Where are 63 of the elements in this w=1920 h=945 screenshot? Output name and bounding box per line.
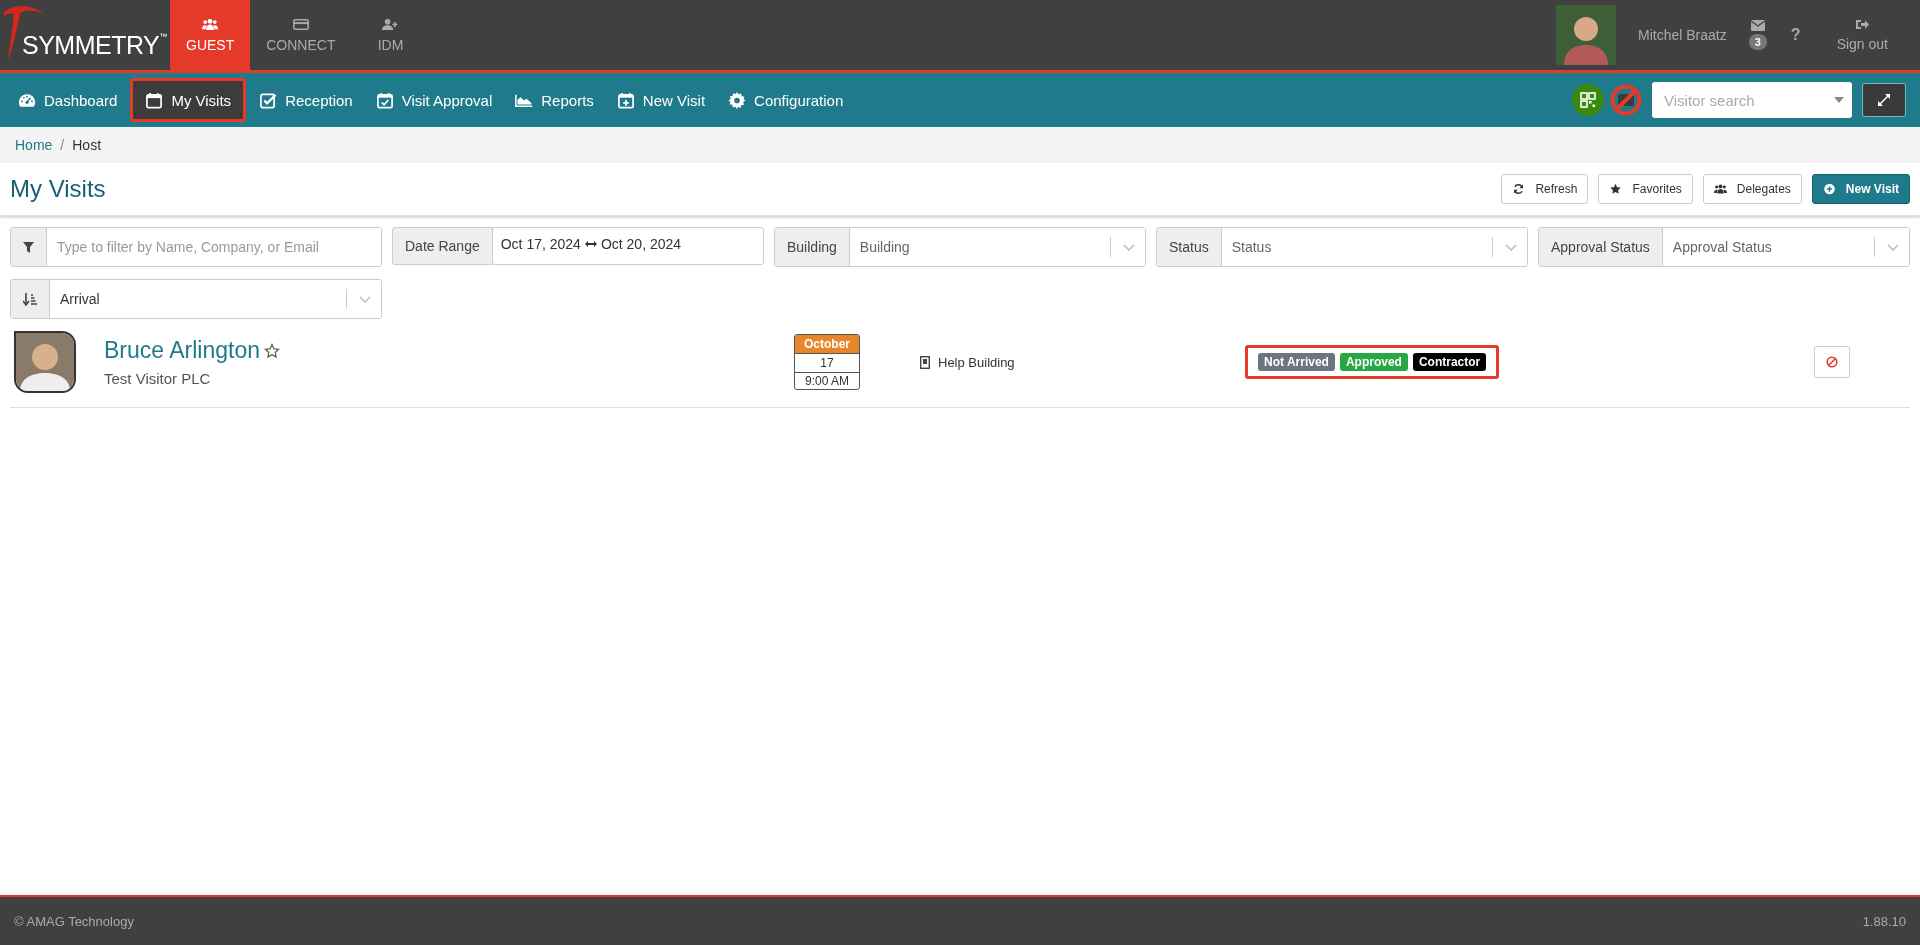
nav-tab[interactable]: Reports (505, 78, 604, 122)
star-icon (1609, 183, 1623, 195)
nav-tab[interactable]: Configuration (718, 78, 854, 122)
help-link[interactable]: ? (1790, 26, 1801, 44)
plus-circle-icon (1822, 183, 1836, 195)
nav-tab[interactable]: Visit Approval (365, 78, 503, 122)
app-tab[interactable]: CONNECT (250, 0, 352, 70)
filter-label: Date Range (392, 227, 493, 265)
status-tag: Not Arrived (1258, 353, 1335, 371)
sign-out-icon (1855, 18, 1869, 30)
version-text: 1.88.10 (1862, 913, 1906, 929)
no-card-icon[interactable] (1610, 84, 1642, 116)
building-name: Help Building (938, 354, 1015, 370)
calendar-check-icon (375, 91, 394, 109)
page-title: My Visits (10, 175, 107, 203)
nav-tab[interactable]: Reception (249, 78, 363, 122)
card-icon (292, 17, 309, 31)
building-icon (920, 355, 930, 369)
sign-out-button[interactable]: Sign out (1830, 0, 1894, 70)
calendar-plus-icon (616, 91, 635, 109)
people-icon (202, 17, 219, 31)
refresh-icon (1512, 183, 1526, 195)
date-range-field[interactable]: Oct 17, 2024 Oct 20, 2024 (491, 227, 764, 265)
message-count-badge: 3 (1748, 34, 1767, 50)
nav-tab[interactable]: My Visits (130, 78, 247, 122)
avatar (14, 331, 76, 393)
breadcrumb-link[interactable]: Home (15, 137, 53, 153)
app-tab[interactable]: IDM (351, 0, 430, 70)
filter-search-field[interactable]: Type to filter by Name, Company, or Email (10, 227, 382, 267)
expand-icon (1877, 93, 1891, 107)
cancel-visit-button[interactable] (1814, 346, 1850, 378)
mail-icon[interactable] (1750, 20, 1765, 31)
breadcrumb-separator: / (59, 137, 66, 153)
filter-icon (23, 241, 34, 253)
expand-button[interactable] (1862, 83, 1906, 117)
settings-icon (728, 91, 747, 109)
checkbox-icon (259, 91, 278, 109)
action-button[interactable]: Refresh (1501, 174, 1589, 204)
favorite-star-icon[interactable] (264, 342, 280, 359)
nav-tab[interactable]: Dashboard (8, 78, 128, 122)
copyright-text: © AMAG Technology (14, 913, 134, 929)
gauge-icon (18, 91, 36, 109)
add-user-icon (382, 17, 399, 31)
breadcrumb-current: Host (72, 137, 102, 153)
app-tab[interactable]: GUEST (170, 0, 251, 70)
prohibited-icon (1826, 356, 1838, 368)
status-tag: Contractor (1412, 353, 1487, 371)
action-button[interactable]: New Visit (1811, 174, 1910, 204)
visitor-search-field[interactable]: Visitor search (1652, 82, 1852, 118)
dropdown-caret-icon (1834, 97, 1844, 103)
nav-tab[interactable]: New Visit (606, 78, 716, 122)
visitor-name[interactable]: Bruce Arlington (104, 337, 260, 364)
action-button[interactable]: Delegates (1702, 174, 1802, 204)
user-name[interactable]: Mitchel Braatz (1638, 27, 1727, 43)
people-icon (1713, 183, 1727, 195)
date-badge: October 17 9:00 AM (794, 334, 860, 390)
action-button[interactable]: Favorites (1598, 174, 1693, 204)
logo-text: SYMMETRY$^{™}$ (22, 33, 167, 58)
visitor-company: Test Visitor PLC (104, 370, 212, 387)
status-tag: Approved (1339, 353, 1408, 371)
calendar-icon (145, 91, 164, 109)
double-arrow-icon (584, 240, 597, 248)
qr-code-icon[interactable] (1572, 84, 1604, 116)
